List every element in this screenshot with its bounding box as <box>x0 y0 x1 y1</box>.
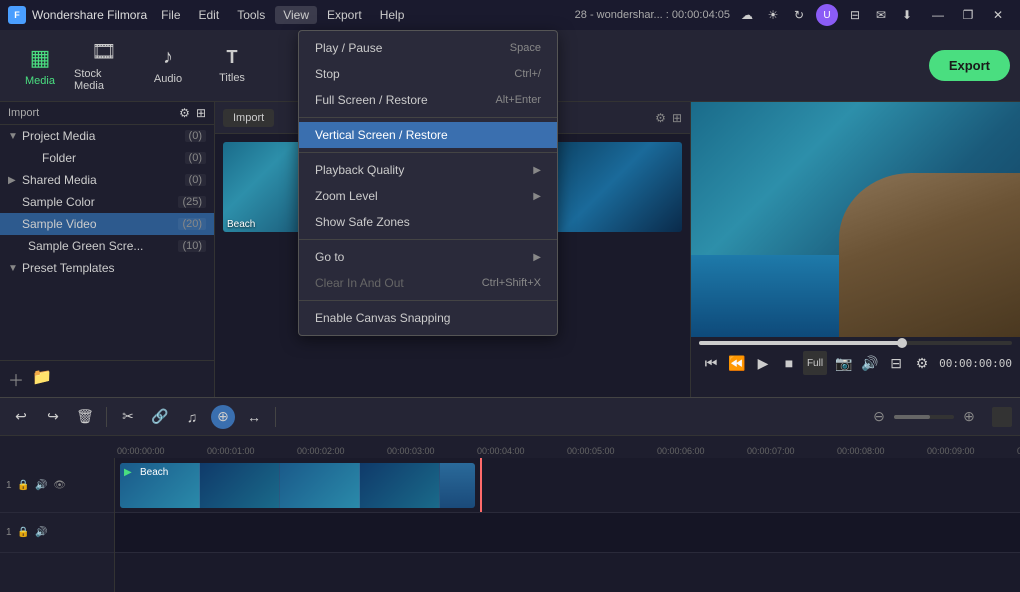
menu-vertical-screen[interactable]: Vertical Screen / Restore <box>299 122 557 148</box>
submenu-arrow-2: ▶ <box>533 191 541 202</box>
menu-show-safe-zones[interactable]: Show Safe Zones <box>299 209 557 235</box>
dropdown-overlay[interactable]: Play / Pause Space Stop Ctrl+/ Full Scre… <box>0 0 1020 592</box>
view-dropdown-menu: Play / Pause Space Stop Ctrl+/ Full Scre… <box>298 30 558 336</box>
menu-playback-quality[interactable]: Playback Quality ▶ <box>299 157 557 183</box>
submenu-arrow-3: ▶ <box>533 252 541 263</box>
menu-separator-2 <box>299 152 557 153</box>
menu-stop[interactable]: Stop Ctrl+/ <box>299 61 557 87</box>
menu-clear-in-out: Clear In And Out Ctrl+Shift+X <box>299 270 557 296</box>
menu-go-to[interactable]: Go to ▶ <box>299 244 557 270</box>
menu-zoom-level[interactable]: Zoom Level ▶ <box>299 183 557 209</box>
menu-enable-canvas-snapping[interactable]: Enable Canvas Snapping <box>299 305 557 331</box>
menu-fullscreen[interactable]: Full Screen / Restore Alt+Enter <box>299 87 557 113</box>
menu-separator-1 <box>299 117 557 118</box>
menu-separator-4 <box>299 300 557 301</box>
submenu-arrow-1: ▶ <box>533 165 541 176</box>
menu-separator-3 <box>299 239 557 240</box>
menu-play-pause[interactable]: Play / Pause Space <box>299 35 557 61</box>
